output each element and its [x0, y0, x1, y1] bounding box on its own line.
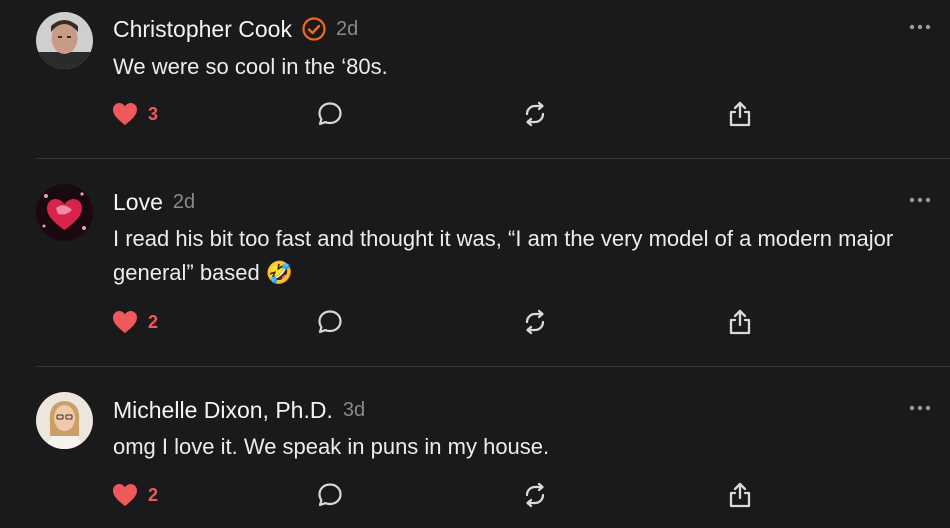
comment-button[interactable] [317, 308, 343, 336]
post-header: Michelle Dixon, Ph.D. 3d [113, 396, 365, 424]
like-button[interactable]: 2 [112, 481, 158, 509]
post-text: omg I love it. We speak in puns in my ho… [113, 434, 550, 459]
more-icon[interactable] [908, 195, 932, 205]
share-button[interactable] [728, 481, 752, 509]
like-button[interactable]: 2 [112, 308, 158, 336]
heart-icon [113, 484, 137, 506]
avatar[interactable] [36, 12, 93, 69]
divider [36, 158, 950, 159]
avatar[interactable] [36, 392, 93, 449]
repost-icon [525, 309, 545, 335]
repost-button[interactable] [522, 100, 548, 128]
more-icon[interactable] [908, 403, 932, 413]
post-header: Love 2d [113, 188, 195, 216]
comment-icon [318, 310, 342, 334]
repost-button[interactable] [522, 308, 548, 336]
repost-button[interactable] [522, 481, 548, 509]
share-button[interactable] [728, 100, 752, 128]
share-icon [729, 101, 751, 127]
repost-icon [525, 101, 545, 127]
share-icon [729, 482, 751, 508]
avatar[interactable] [36, 184, 93, 241]
comment-icon [318, 483, 342, 507]
timestamp: 2d [172, 191, 196, 213]
author-name[interactable]: Michelle Dixon, Ph.D. [113, 396, 333, 424]
comment-icon [318, 102, 342, 126]
like-count: 2 [148, 484, 159, 505]
post-text: I read his bit too fast and thought it w… [113, 226, 894, 285]
more-icon[interactable] [908, 22, 932, 32]
timestamp: 2d [335, 18, 359, 40]
like-count: 3 [148, 103, 159, 124]
repost-icon [525, 482, 545, 508]
share-button[interactable] [728, 308, 752, 336]
share-icon [729, 309, 751, 335]
post-text: We were so cool in the ‘80s. [113, 54, 388, 79]
heart-icon [113, 103, 137, 125]
author-name[interactable]: Love [113, 188, 163, 216]
heart-icon [113, 311, 137, 333]
comment-button[interactable] [317, 481, 343, 509]
like-button[interactable]: 3 [112, 100, 158, 128]
post-header: Christopher Cook 2d [113, 15, 358, 43]
author-name[interactable]: Christopher Cook [113, 15, 292, 43]
verified-badge-icon [302, 17, 326, 41]
comment-button[interactable] [317, 100, 343, 128]
like-count: 2 [148, 311, 159, 332]
timestamp: 3d [342, 399, 366, 421]
divider [36, 366, 950, 367]
